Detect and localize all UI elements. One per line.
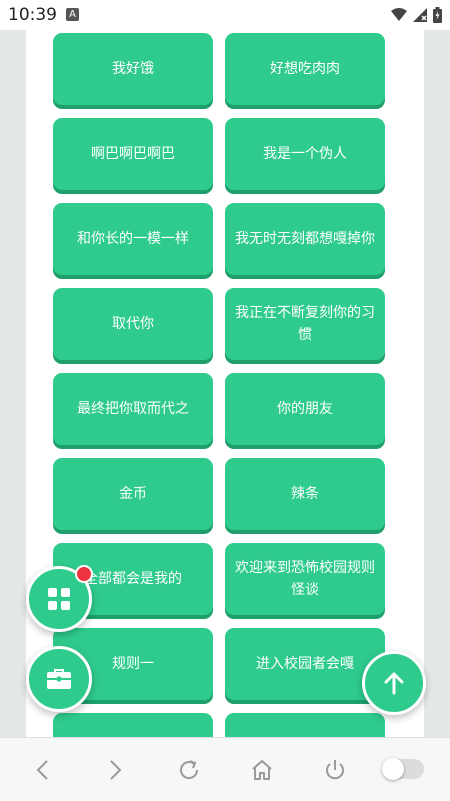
tile-button[interactable] (225, 713, 385, 737)
tile-button[interactable]: 进入校园者会嘎 (225, 628, 385, 700)
tile-grid: 我好饿 好想吃肉肉 啊巴啊巴啊巴 我是一个伪人 和你长的一模一样 我无时无刻都想… (26, 30, 424, 737)
status-bar: 10:39 A (0, 0, 450, 30)
tile-button[interactable]: 我正在不断复刻你的习惯 (225, 288, 385, 360)
chevron-left-icon (36, 760, 48, 780)
toggle-knob (382, 758, 404, 780)
tile-button[interactable]: 取代你 (53, 288, 213, 360)
tile-button[interactable]: 最终把你取而代之 (53, 373, 213, 445)
power-icon (326, 760, 344, 780)
grid-icon (48, 588, 70, 610)
refresh-icon (180, 760, 199, 779)
chevron-right-icon (110, 760, 122, 780)
mode-toggle[interactable] (382, 758, 424, 780)
tile-button[interactable] (53, 713, 213, 737)
notification-icon: A (66, 8, 79, 21)
tile-button[interactable]: 欢迎来到恐怖校园规则怪谈 (225, 543, 385, 615)
toolbox-icon (47, 669, 71, 689)
power-button[interactable] (321, 756, 349, 784)
tile-button[interactable]: 好想吃肉肉 (225, 33, 385, 105)
tile-button[interactable]: 我无时无刻都想嘎掉你 (225, 203, 385, 275)
scroll-top-button[interactable] (362, 651, 426, 715)
tile-button[interactable]: 我是一个伪人 (225, 118, 385, 190)
notification-badge (75, 565, 93, 583)
bottom-toolbar (0, 737, 450, 801)
forward-button[interactable] (102, 756, 130, 784)
status-time: 10:39 (8, 5, 57, 25)
home-button[interactable] (248, 756, 276, 784)
back-button[interactable] (28, 756, 56, 784)
home-icon (252, 760, 272, 780)
tile-button[interactable]: 金币 (53, 458, 213, 530)
wifi-icon (391, 8, 407, 21)
tile-button[interactable]: 你的朋友 (225, 373, 385, 445)
tile-button[interactable]: 和你长的一模一样 (53, 203, 213, 275)
tile-button[interactable]: 啊巴啊巴啊巴 (53, 118, 213, 190)
refresh-button[interactable] (175, 756, 203, 784)
signal-icon (413, 8, 427, 22)
toolbox-button[interactable] (26, 646, 92, 712)
tile-button[interactable]: 我好饿 (53, 33, 213, 105)
battery-icon (433, 7, 442, 23)
tile-button[interactable]: 辣条 (225, 458, 385, 530)
arrow-up-icon (384, 672, 404, 695)
status-icons (391, 7, 442, 23)
